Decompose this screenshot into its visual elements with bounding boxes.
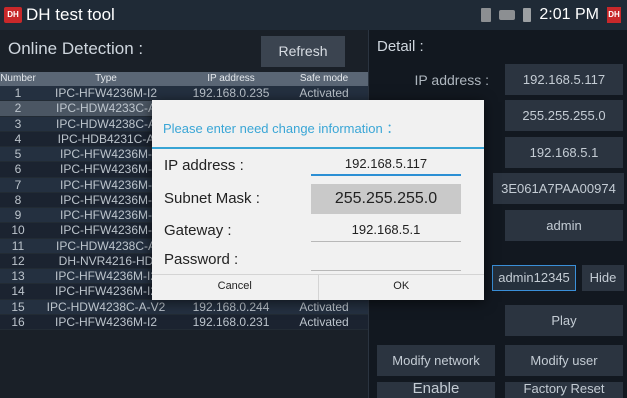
dialog-ip-input[interactable]: 192.168.5.117: [311, 154, 461, 176]
cell-number: 1: [14, 86, 22, 100]
cell-number: 11: [11, 238, 25, 253]
hide-password-button[interactable]: Hide: [582, 265, 624, 291]
table-row[interactable]: 15 IPC-HDW4238C-A-V2 192.168.0.244 Activate…: [0, 299, 368, 315]
battery-icon: [523, 8, 532, 22]
play-button[interactable]: Play: [505, 305, 623, 336]
column-header-type: Type: [95, 73, 117, 84]
detail-password-field[interactable]: admin12345: [492, 265, 576, 291]
cell-number: 4: [14, 131, 22, 146]
cell-safe-mode: Activated: [299, 86, 349, 100]
dialog-gateway-label: Gateway :: [164, 222, 232, 239]
cell-number: 6: [14, 162, 22, 177]
online-detection-title: Online Detection :: [8, 39, 144, 58]
network-icon: [499, 10, 516, 20]
dialog-mask-input[interactable]: 255.255.255.0: [311, 184, 461, 214]
cancel-button[interactable]: Cancel: [152, 275, 318, 300]
column-header-ip: IP address: [207, 73, 255, 84]
app-icon: DH: [4, 7, 22, 23]
modify-network-button[interactable]: Modify network: [377, 345, 495, 376]
cell-number: 9: [14, 208, 22, 222]
dialog-footer: Cancel OK: [152, 274, 484, 300]
cell-safe-mode: Activated: [299, 314, 349, 329]
column-header-number: Number: [0, 73, 36, 84]
detail-mask-value: 255.255.255.0: [505, 100, 623, 131]
enable-button[interactable]: Enable: [377, 381, 495, 398]
cell-number: 12: [11, 253, 25, 268]
modify-network-dialog: Please enter need change information ： I…: [152, 100, 484, 300]
cell-type: IPC-HFW4236M-I2: [54, 314, 158, 329]
app-title: DH test tool: [26, 5, 115, 24]
cell-number: 7: [14, 177, 22, 192]
cell-ip: 192.168.0.244: [192, 299, 270, 314]
app-badge-icon: DH: [607, 7, 621, 23]
cell-number: 3: [14, 116, 22, 131]
dialog-ip-label: IP address :: [164, 157, 244, 174]
detail-user-value: admin: [505, 210, 623, 241]
dialog-password-label: Password :: [164, 251, 239, 268]
factory-reset-button[interactable]: Factory Reset: [505, 382, 623, 398]
ok-button[interactable]: OK: [317, 275, 485, 300]
status-icons: 2:01 PM DH: [481, 5, 621, 25]
table-row[interactable]: 16 IPC-HFW4236M-I2 192.168.0.231 Activated: [0, 314, 368, 330]
cell-safe-mode: Activated: [299, 299, 349, 314]
refresh-button[interactable]: Refresh: [261, 36, 345, 67]
cell-number: 14: [11, 284, 25, 299]
sd-card-icon: [481, 8, 492, 22]
cell-number: 10: [11, 223, 25, 238]
cell-number: 15: [11, 299, 25, 314]
dialog-mask-label: Subnet Mask :: [164, 190, 260, 207]
table-row[interactable]: 1 IPC-HFW4236M-I2 192.168.0.235 Activated: [0, 86, 368, 102]
cell-type: IPC-HDW4238C-A-V2: [46, 299, 166, 314]
dialog-gateway-input[interactable]: 192.168.5.1: [311, 220, 461, 242]
clock: 2:01 PM: [539, 6, 599, 23]
modify-user-button[interactable]: Modify user: [505, 345, 623, 376]
table-header: Number Type IP address Safe mode: [0, 72, 368, 86]
cell-number: 8: [14, 192, 22, 207]
cell-number: 2: [14, 101, 22, 116]
detail-gateway-value: 192.168.5.1: [505, 137, 623, 168]
cell-number: 13: [11, 269, 25, 283]
detail-serial-value: 3E061A7PAA00974: [493, 173, 624, 204]
detail-ip-value: 192.168.5.117: [505, 64, 623, 95]
status-bar: DH DH test tool 2:01 PM DH: [0, 0, 627, 30]
cell-number: 16: [11, 314, 25, 329]
dialog-divider: [152, 147, 484, 149]
detail-ip-label: IP address :: [414, 72, 489, 88]
online-detection-header: Online Detection : Refresh: [0, 30, 368, 70]
cell-ip: 192.168.0.235: [192, 86, 270, 100]
cell-number: 5: [14, 147, 22, 161]
column-header-safe-mode: Safe mode: [299, 73, 349, 84]
dialog-password-input[interactable]: [311, 249, 461, 271]
dialog-title: Please enter need change information ：: [163, 121, 400, 136]
cell-ip: 192.168.0.231: [192, 314, 270, 329]
cell-type: IPC-HFW4236M-I2: [54, 86, 158, 100]
detail-title: Detail :: [377, 38, 424, 55]
